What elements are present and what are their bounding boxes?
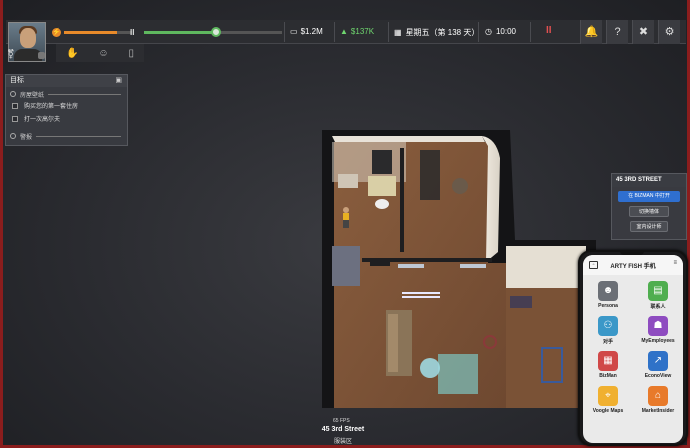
bell-icon[interactable]: 🔔 xyxy=(580,20,602,44)
energy-fill xyxy=(64,30,118,34)
task-checkbox[interactable] xyxy=(12,115,18,122)
persona-icon: ☻ xyxy=(598,281,618,301)
section-marker-icon xyxy=(10,91,16,97)
gallery-icon[interactable]: ▫ xyxy=(589,261,598,269)
app-myemployees[interactable]: ☗ MyEmployees xyxy=(633,316,683,345)
face-icon[interactable]: ☺ xyxy=(98,48,108,59)
gear-icon[interactable]: ⚙ xyxy=(658,20,680,44)
app-对手[interactable]: ⚇ 对手 xyxy=(583,316,633,345)
section-marker-icon xyxy=(10,133,16,139)
date-value: 星期五（第 138 天） xyxy=(405,28,480,37)
contacts-icon: ▤ xyxy=(648,281,668,301)
app-label: Persona xyxy=(598,303,618,309)
action-subbar: ✋ ☺ ▯ xyxy=(56,44,144,62)
apartment-3d-view[interactable] xyxy=(310,128,600,408)
app-label: MarketInsider xyxy=(641,408,675,414)
gender-icon: ⚧ xyxy=(7,49,15,59)
rivals-icon: ⚇ xyxy=(598,316,618,336)
app-voogle-maps[interactable]: ⌖ Voogle Maps xyxy=(583,386,633,415)
app-label: BizMan xyxy=(599,373,617,379)
wallet-icon: ▭ xyxy=(290,27,298,36)
interior-designer-button[interactable]: 室内设计师 xyxy=(630,221,668,232)
bizman-icon: ▦ xyxy=(598,351,618,371)
app-marketinsider[interactable]: ⌂ MarketInsider xyxy=(633,386,683,415)
app-label: EconoView xyxy=(644,373,672,379)
money-value: $1.2M xyxy=(300,27,323,36)
location-district: 服装区 xyxy=(333,439,352,445)
collapse-icon[interactable]: ▣ xyxy=(115,75,122,87)
game-speed-slider[interactable]: II xyxy=(130,26,282,38)
objectives-section-header[interactable]: 房屋壁纸 xyxy=(6,89,127,99)
app-label: Voogle Maps xyxy=(592,408,624,414)
building-title: 45 3RD STREET xyxy=(612,174,686,187)
alerts-section-header[interactable]: 警报 xyxy=(6,131,127,141)
speed-pause-icon[interactable]: II xyxy=(130,28,140,37)
energy-icon: ⚡ xyxy=(52,27,61,37)
app-econoview[interactable]: ↗ EconoView xyxy=(633,351,683,380)
phone-title: ARTY FISH 手机 xyxy=(610,263,656,270)
money-display[interactable]: ▭ $1.2M xyxy=(290,27,323,36)
speed-fill xyxy=(144,30,216,34)
maps-icon: ⌖ xyxy=(598,386,618,406)
app-label: 联系人 xyxy=(650,304,666,310)
status-icon xyxy=(38,52,45,59)
speed-knob[interactable] xyxy=(210,26,221,37)
open-in-bizman-button[interactable]: 在 BIZMAN 中打开 xyxy=(618,191,680,202)
no-tools-icon[interactable]: ✖ xyxy=(632,20,654,44)
income-value: $137K xyxy=(350,27,375,36)
time-display[interactable]: ◷ 10:00 xyxy=(485,27,516,36)
energy-meter: ⚡ xyxy=(52,27,132,37)
app-label: MyEmployees xyxy=(641,338,675,344)
income-display[interactable]: ▲ $137K xyxy=(340,27,374,36)
objectives-panel: 目标 ▣ 房屋壁纸 购买您的第一套住房 打一次高尔夫 警报 xyxy=(5,74,128,146)
toggle-walls-button[interactable]: 切换墙体 xyxy=(629,206,669,217)
arrow-up-icon: ▲ xyxy=(340,27,348,36)
date-display[interactable]: ▦ 星期五（第 138 天） xyxy=(394,27,479,38)
task-checkbox[interactable] xyxy=(12,102,18,109)
app-label: 对手 xyxy=(602,339,613,345)
employees-icon: ☗ xyxy=(648,316,668,336)
phone-icon[interactable]: ▯ xyxy=(129,48,135,59)
objective-task[interactable]: 打一次高尔夫 xyxy=(6,112,127,125)
fps-counter: 65 FPS xyxy=(333,418,350,424)
econoview-icon: ↗ xyxy=(648,351,668,371)
clock-icon: ◷ xyxy=(485,27,492,36)
building-panel: 45 3RD STREET 在 BIZMAN 中打开 切换墙体 室内设计师 xyxy=(611,173,687,240)
menu-icon[interactable]: ≡ xyxy=(673,260,677,266)
pause-button[interactable]: II xyxy=(546,25,552,36)
time-value: 10:00 xyxy=(495,27,517,36)
calendar-icon: ▦ xyxy=(394,28,402,37)
app-联系人[interactable]: ▤ 联系人 xyxy=(633,281,683,310)
objective-task[interactable]: 购买您的第一套住房 xyxy=(6,99,127,112)
hand-icon[interactable]: ✋ xyxy=(66,48,78,59)
marketinsider-icon: ⌂ xyxy=(648,386,668,406)
question-icon[interactable]: ? xyxy=(606,20,628,44)
objectives-title: 目标 xyxy=(10,77,24,84)
app-persona[interactable]: ☻ Persona xyxy=(583,281,633,310)
phone-screen: ▫ ARTY FISH 手机 ≡ ☻ Persona ▤ 联系人 ⚇ 对手 ☗ MyEmplo… xyxy=(583,255,683,443)
app-bizman[interactable]: ▦ BizMan xyxy=(583,351,633,380)
phone-device: ▫ ARTY FISH 手机 ≡ ☻ Persona ▤ 联系人 ⚇ 对手 ☗ MyEmplo… xyxy=(578,250,688,446)
location-address: 45 3rd Street xyxy=(321,426,365,433)
app-grid: ☻ Persona ▤ 联系人 ⚇ 对手 ☗ MyEmployees ▦ BizMan ↗ Econo… xyxy=(583,275,683,415)
